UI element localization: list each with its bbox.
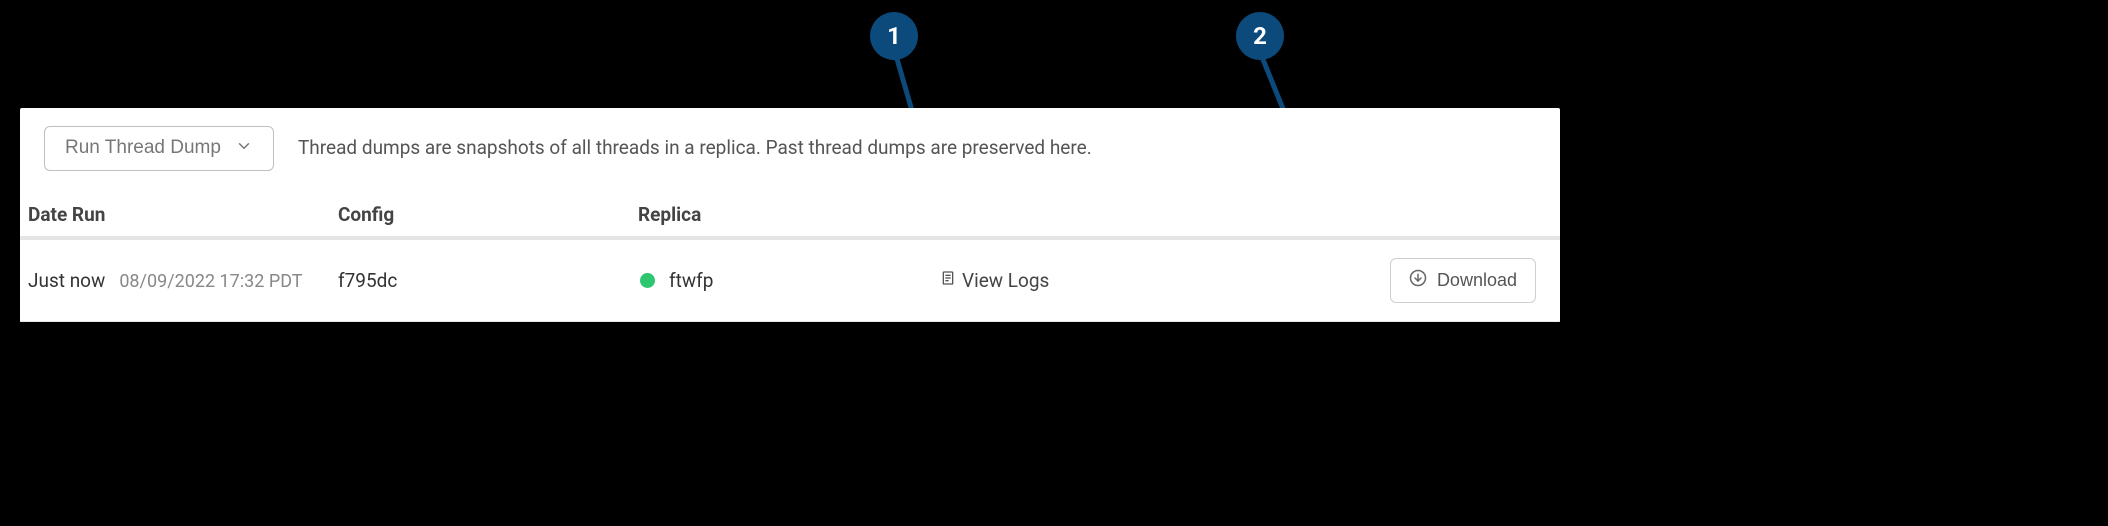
- panel-description: Thread dumps are snapshots of all thread…: [298, 135, 1092, 162]
- download-label: Download: [1437, 270, 1517, 291]
- run-thread-dump-dropdown[interactable]: Run Thread Dump: [44, 126, 274, 171]
- status-dot-icon: [640, 273, 655, 288]
- callout-badge-2-label: 2: [1253, 22, 1267, 50]
- config-cell: f795dc: [338, 269, 638, 292]
- download-icon: [1409, 269, 1427, 292]
- column-header-config: Config: [338, 203, 638, 226]
- document-icon: [940, 268, 956, 293]
- run-thread-dump-label: Run Thread Dump: [65, 137, 221, 160]
- view-logs-cell: View Logs: [940, 268, 1240, 293]
- date-run-cell: Just now 08/09/2022 17:32 PDT: [28, 269, 338, 292]
- view-logs-link[interactable]: View Logs: [940, 268, 1049, 293]
- chevron-down-icon: [235, 137, 253, 159]
- replica-cell: ftwfp: [638, 269, 940, 292]
- config-value: f795dc: [338, 269, 397, 292]
- download-cell: Download: [1366, 258, 1536, 303]
- table-header: Date Run Config Replica: [20, 189, 1560, 240]
- thread-dumps-table: Date Run Config Replica Just now 08/09/2…: [20, 189, 1560, 322]
- table-row: Just now 08/09/2022 17:32 PDT f795dc ftw…: [20, 240, 1560, 322]
- column-header-replica: Replica: [638, 203, 938, 226]
- panel-header: Run Thread Dump Thread dumps are snapsho…: [20, 108, 1560, 189]
- replica-name: ftwfp: [669, 269, 713, 292]
- view-logs-label: View Logs: [962, 269, 1049, 292]
- callout-badge-1: 1: [870, 12, 918, 60]
- callout-badge-2: 2: [1236, 12, 1284, 60]
- callout-badge-1-label: 1: [887, 22, 901, 50]
- download-button[interactable]: Download: [1390, 258, 1536, 303]
- column-header-date: Date Run: [28, 203, 338, 226]
- date-run-absolute: 08/09/2022 17:32 PDT: [119, 271, 302, 292]
- thread-dumps-panel: Run Thread Dump Thread dumps are snapsho…: [20, 108, 1560, 322]
- date-run-relative: Just now: [28, 269, 105, 292]
